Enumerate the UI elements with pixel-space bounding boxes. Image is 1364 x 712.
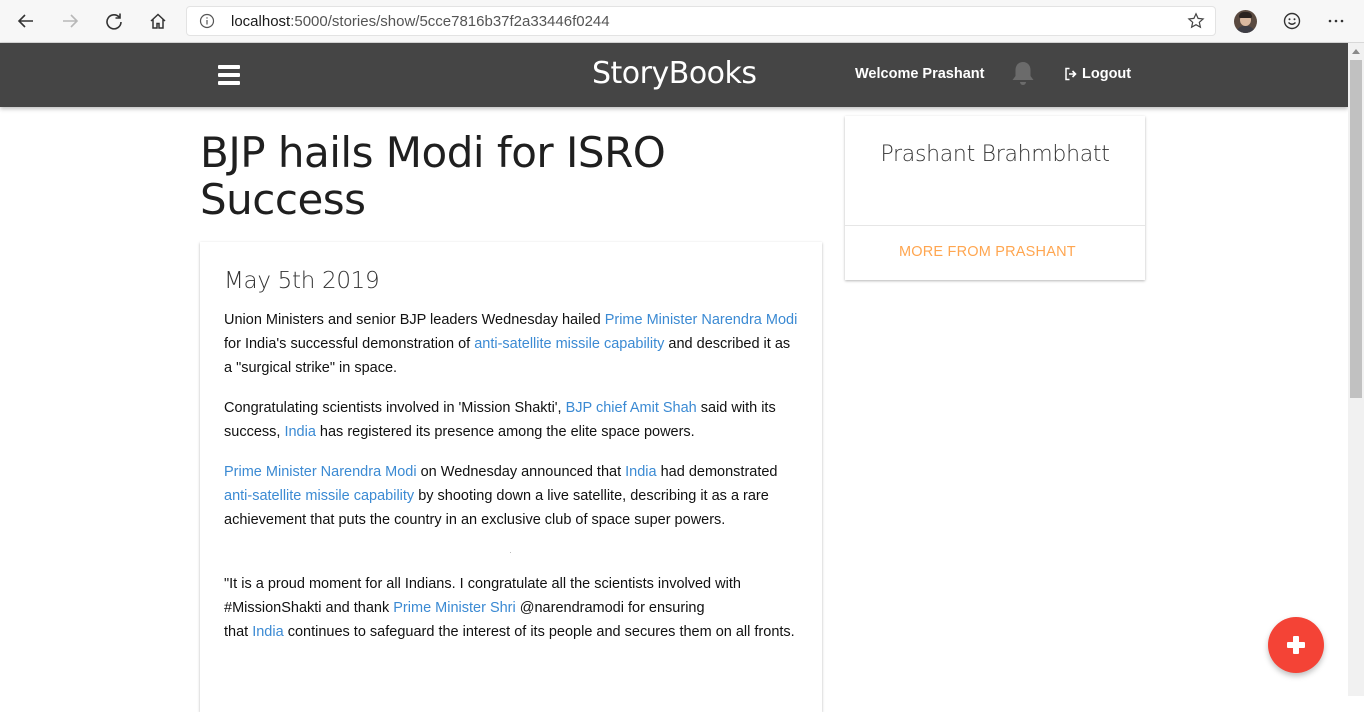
- story-text: Union Ministers and senior BJP leaders W…: [224, 312, 605, 328]
- story-link[interactable]: Prime Minister Narendra Modi: [605, 312, 798, 328]
- card-divider: [845, 225, 1145, 226]
- url-path: :5000/stories/show/5cce7816b37f2a33446f0…: [290, 13, 610, 30]
- story-text: has registered its presence among the el…: [315, 424, 695, 440]
- story-text: continues to safeguard the interest of i…: [283, 624, 795, 640]
- story-link[interactable]: anti-satellite missile capability: [474, 336, 664, 352]
- forward-icon[interactable]: [54, 6, 86, 36]
- logout-label: Logout: [1082, 66, 1132, 82]
- author-name: Prashant Brahmbhatt: [880, 142, 1110, 167]
- story-text: on Wednesday announced that: [416, 464, 626, 480]
- back-icon[interactable]: [10, 6, 42, 36]
- more-icon[interactable]: [1320, 6, 1352, 36]
- story-link[interactable]: BJP chief Amit Shah: [566, 400, 697, 416]
- story-text: Congratulating scientists involved in 'M…: [224, 400, 566, 416]
- story-link[interactable]: India: [284, 424, 315, 440]
- embed-placeholder: [224, 548, 802, 564]
- url-host: localhost: [231, 13, 291, 30]
- page-scrollbar[interactable]: [1348, 43, 1364, 696]
- logout-icon: [1065, 67, 1077, 81]
- scroll-thumb[interactable]: [1350, 60, 1362, 398]
- story-body: Union Ministers and senior BJP leaders W…: [224, 308, 802, 660]
- home-icon[interactable]: [142, 6, 174, 36]
- story-text: that: [224, 624, 253, 640]
- url-text[interactable]: localhost:5000/stories/show/5cce7816b37f…: [231, 13, 610, 30]
- story-paragraph: Union Ministers and senior BJP leaders W…: [224, 308, 802, 380]
- story-link[interactable]: Prime Minister Shri: [393, 600, 515, 616]
- story-link[interactable]: Prime Minister Narendra Modi: [224, 464, 417, 480]
- story-text: for India's successful demonstration of: [224, 336, 475, 352]
- story-link[interactable]: anti-satellite missile capability: [224, 488, 414, 504]
- author-card: Prashant Brahmbhatt MORE FROM PRASHANT: [845, 116, 1145, 280]
- story-paragraph: "It is a proud moment for all Indians. I…: [224, 572, 802, 644]
- add-story-button[interactable]: [1268, 617, 1324, 673]
- story-paragraph: Prime Minister Narendra Modi on Wednesda…: [224, 460, 802, 532]
- more-from-author-link[interactable]: MORE FROM PRASHANT: [899, 244, 1076, 260]
- address-bar[interactable]: localhost:5000/stories/show/5cce7816b37f…: [186, 6, 1216, 36]
- bell-icon[interactable]: [1010, 60, 1036, 88]
- brand-logo[interactable]: StoryBooks: [592, 56, 757, 91]
- info-icon[interactable]: [199, 13, 215, 29]
- app-navbar: StoryBooks Welcome Prashant Logout: [0, 43, 1348, 107]
- emoji-icon[interactable]: [1276, 6, 1308, 36]
- story-title: BJP hails Modi for ISRO Success: [200, 128, 666, 224]
- story-link[interactable]: India: [625, 464, 656, 480]
- profile-icon[interactable]: [1234, 10, 1257, 33]
- refresh-icon[interactable]: [98, 6, 130, 36]
- scroll-up-arrow-icon[interactable]: [1352, 49, 1360, 54]
- story-date: May 5th 2019: [224, 268, 380, 294]
- story-paragraph: Congratulating scientists involved in 'M…: [224, 396, 802, 444]
- story-link[interactable]: India: [252, 624, 283, 640]
- welcome-text: Welcome Prashant: [855, 66, 985, 82]
- menu-icon[interactable]: [218, 65, 240, 85]
- logout-link[interactable]: Logout: [1064, 66, 1131, 82]
- story-text: had demonstrated: [656, 464, 778, 480]
- browser-toolbar: localhost:5000/stories/show/5cce7816b37f…: [0, 0, 1364, 43]
- star-icon[interactable]: [1187, 12, 1205, 30]
- story-text: @narendramodi for ensuring: [515, 600, 705, 616]
- story-card: May 5th 2019 Union Ministers and senior …: [200, 242, 822, 712]
